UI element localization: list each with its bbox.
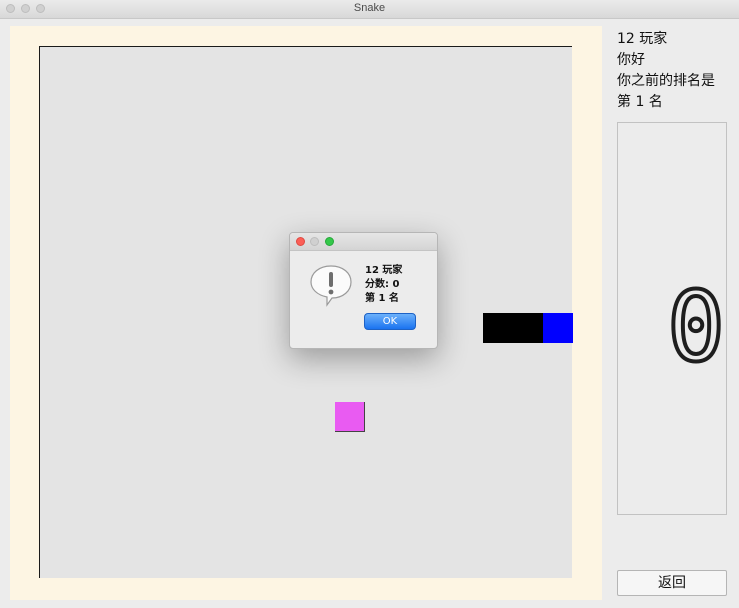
back-button[interactable]: 返回 [617,570,727,596]
player-name-label: 12 玩家 [617,31,668,47]
score-panel: 0 [617,122,727,515]
dialog-minimize-button[interactable] [310,237,319,246]
rank-value-label: 第 1 名 [617,94,663,110]
window-title: Snake [353,2,386,14]
dialog-score-label: 分数: 0 [365,279,400,290]
snake-body [483,313,543,343]
score-digit: 0 [667,271,725,383]
dialog-rank-label: 第 1 名 [365,293,399,304]
ok-button[interactable]: OK [364,313,416,330]
snake-head [543,313,573,343]
window-titlebar: Snake [0,0,739,19]
dialog-close-button[interactable] [296,237,305,246]
dialog-player-label: 12 玩家 [365,265,403,276]
rank-prompt-label: 你之前的排名是 [617,73,715,89]
alert-dialog: 12 玩家 分数: 0 第 1 名 OK [289,232,438,349]
food-item [335,402,365,432]
dialog-zoom-button[interactable] [325,237,334,246]
greeting-label: 你好 [617,52,645,68]
dialog-titlebar [290,233,437,251]
score-digit-display: 0 [665,269,726,385]
warning-icon [310,265,352,307]
